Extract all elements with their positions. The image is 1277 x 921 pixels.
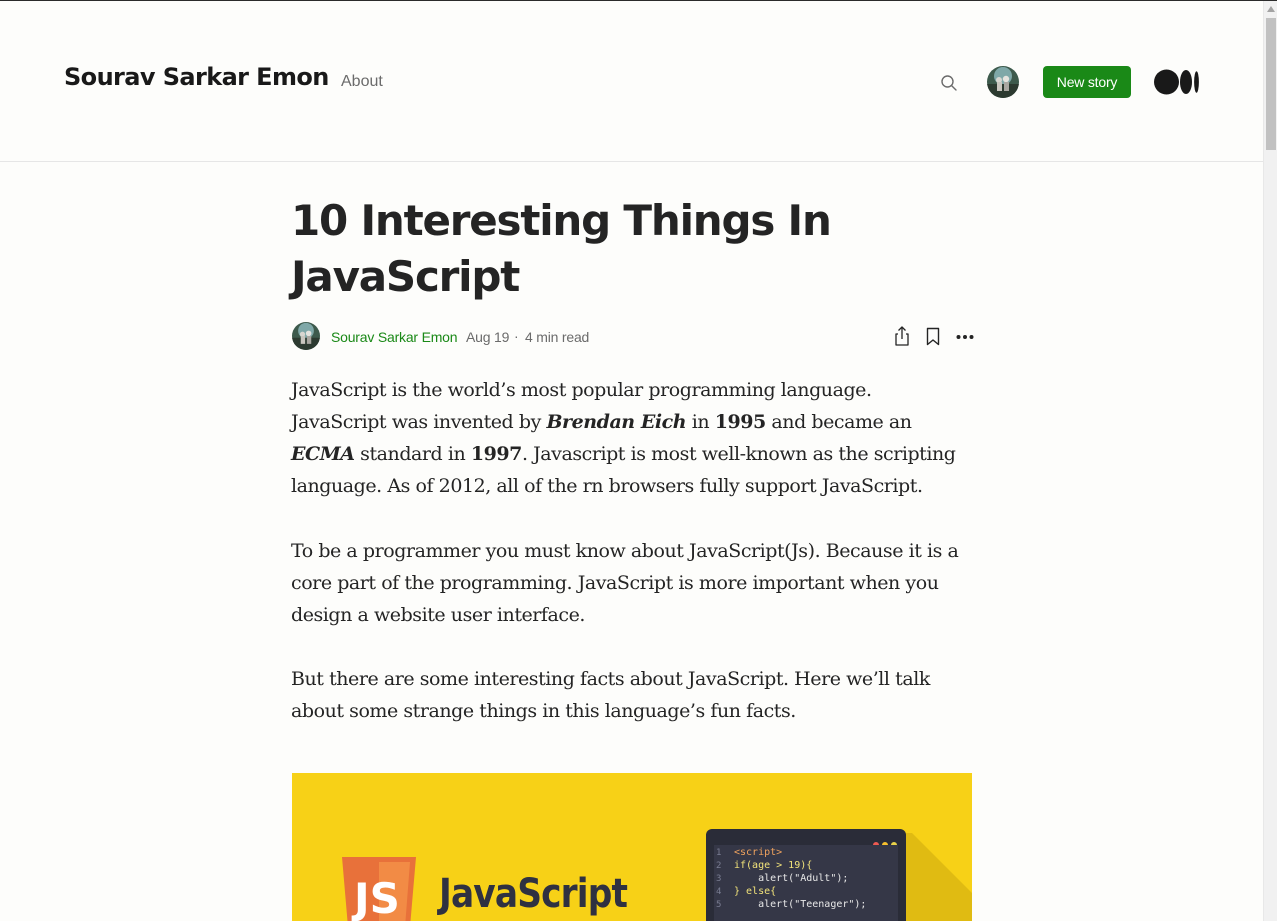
new-story-button[interactable]: New story	[1043, 66, 1131, 98]
user-avatar[interactable]	[987, 66, 1019, 98]
author-avatar[interactable]	[292, 322, 320, 350]
scroll-up-icon[interactable]	[1267, 6, 1275, 12]
code-line: <script>	[734, 847, 783, 858]
js-shield-logo: JS	[342, 857, 416, 921]
publication-title[interactable]: Sourav Sarkar Emon	[64, 63, 329, 91]
read-time: 4 min read	[525, 329, 590, 345]
article-paragraph: To be a programmer you must know about J…	[291, 540, 959, 626]
more-icon[interactable]	[954, 325, 976, 347]
share-icon[interactable]	[891, 325, 913, 347]
code-editor-screen: 1 2 3 4 5 <script> if(age > 19){ alert("…	[706, 829, 906, 921]
meta-separator: ·	[514, 328, 519, 344]
top-nav: Sourav Sarkar Emon About New story	[0, 1, 1263, 162]
code-line: alert("Adult");	[734, 873, 849, 884]
medium-logo-icon[interactable]	[1154, 69, 1200, 95]
article-hero-image: JS JavaScript 1 2 3 4 5 <script> if(age …	[292, 773, 972, 921]
line-number: 2	[716, 861, 722, 871]
line-number: 1	[716, 848, 722, 858]
js-logo-text: JS	[351, 874, 400, 921]
search-icon[interactable]	[939, 73, 959, 93]
article-meta: Sourav Sarkar Emon Aug 19 · 4 min read	[292, 322, 974, 352]
page-scrollbar[interactable]	[1263, 1, 1277, 921]
scroll-thumb[interactable]	[1266, 18, 1276, 150]
javascript-wordmark: JavaScript	[439, 871, 628, 917]
publish-date: Aug 19	[466, 329, 510, 345]
line-number: 3	[716, 874, 722, 884]
author-name-link[interactable]: Sourav Sarkar Emon	[331, 329, 458, 345]
about-link[interactable]: About	[341, 73, 383, 91]
code-area: 1 2 3 4 5 <script> if(age > 19){ alert("…	[714, 845, 898, 921]
code-line: alert("Teenager");	[734, 899, 867, 910]
bookmark-icon[interactable]	[922, 325, 944, 347]
line-number: 5	[716, 900, 722, 910]
article-title: 10 Interesting Things In JavaScript	[291, 196, 832, 301]
code-line: } else{	[734, 886, 777, 897]
article-paragraph: JavaScript is the world’s most popular p…	[291, 379, 956, 497]
article-paragraph: But there are some interesting facts abo…	[291, 668, 930, 722]
code-line: if(age > 19){	[734, 860, 813, 871]
line-number: 4	[716, 887, 722, 897]
